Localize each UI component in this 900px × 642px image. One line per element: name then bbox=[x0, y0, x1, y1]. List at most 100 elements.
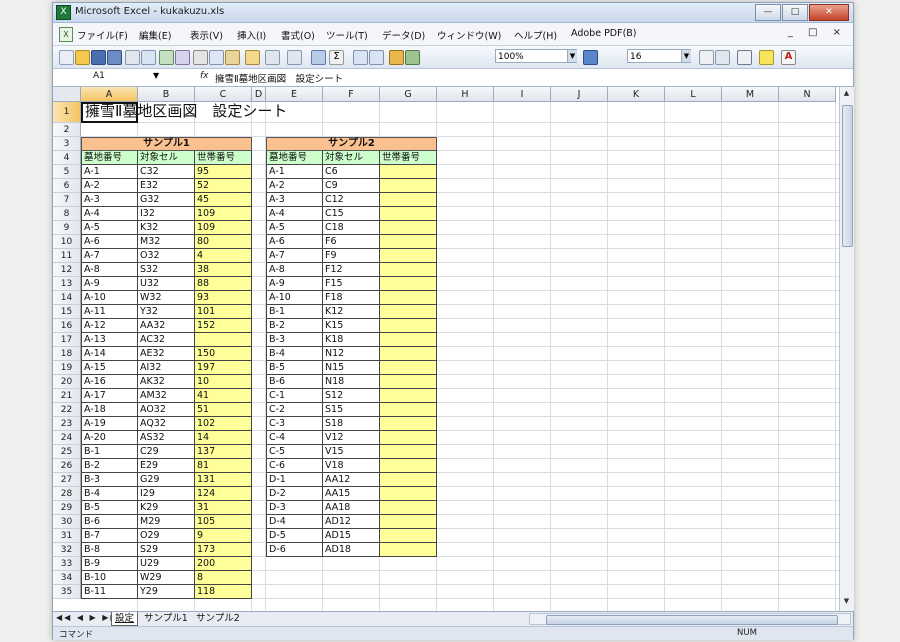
sample2-data-cell[interactable]: D-5 bbox=[266, 529, 323, 543]
sample1-data-cell[interactable]: O29 bbox=[138, 529, 195, 543]
sample1-data-cell[interactable]: 81 bbox=[195, 459, 252, 473]
sample2-data-cell[interactable] bbox=[380, 263, 437, 277]
column-header-b[interactable]: B bbox=[138, 87, 195, 102]
sample2-data-cell[interactable]: B-1 bbox=[266, 305, 323, 319]
row-header[interactable]: 8 bbox=[53, 207, 81, 221]
sample1-data-cell[interactable]: B-10 bbox=[81, 571, 138, 585]
column-header-f[interactable]: F bbox=[323, 87, 380, 102]
format-painter-icon[interactable] bbox=[245, 50, 260, 65]
sample2-data-cell[interactable] bbox=[380, 207, 437, 221]
sample1-data-cell[interactable]: Y29 bbox=[138, 585, 195, 599]
sample1-data-cell[interactable]: 14 bbox=[195, 431, 252, 445]
sample2-data-cell[interactable] bbox=[380, 375, 437, 389]
insert-function-icon[interactable]: fx bbox=[200, 71, 209, 81]
excel-app-icon[interactable]: X bbox=[56, 5, 71, 20]
sample1-data-cell[interactable]: A-15 bbox=[81, 361, 138, 375]
column-header-c[interactable]: C bbox=[195, 87, 252, 102]
undo-icon[interactable] bbox=[265, 50, 280, 65]
sample1-data-cell[interactable]: 8 bbox=[195, 571, 252, 585]
sample2-data-cell[interactable]: D-3 bbox=[266, 501, 323, 515]
print-icon[interactable] bbox=[125, 50, 140, 65]
sample2-data-cell[interactable] bbox=[380, 529, 437, 543]
sample1-data-cell[interactable]: A-3 bbox=[81, 193, 138, 207]
borders-icon[interactable] bbox=[737, 50, 752, 65]
sample2-data-cell[interactable] bbox=[380, 403, 437, 417]
save-icon[interactable] bbox=[91, 50, 106, 65]
sample2-data-cell[interactable] bbox=[380, 193, 437, 207]
column-header-d[interactable]: D bbox=[252, 87, 266, 102]
sample1-data-cell[interactable]: AO32 bbox=[138, 403, 195, 417]
sample1-data-cell[interactable]: 88 bbox=[195, 277, 252, 291]
sample2-data-cell[interactable]: D-1 bbox=[266, 473, 323, 487]
row-header[interactable]: 12 bbox=[53, 263, 81, 277]
sample1-data-cell[interactable]: A-17 bbox=[81, 389, 138, 403]
sample2-data-cell[interactable]: C9 bbox=[323, 179, 380, 193]
row-header[interactable]: 6 bbox=[53, 179, 81, 193]
sample1-data-cell[interactable]: 150 bbox=[195, 347, 252, 361]
sample1-data-cell[interactable]: 45 bbox=[195, 193, 252, 207]
sample2-data-cell[interactable]: K15 bbox=[323, 319, 380, 333]
sample2-data-cell[interactable]: N12 bbox=[323, 347, 380, 361]
sample2-data-cell[interactable]: C-4 bbox=[266, 431, 323, 445]
sample1-header-cell[interactable]: 世帯番号 bbox=[195, 151, 252, 165]
sample1-data-cell[interactable]: A-5 bbox=[81, 221, 138, 235]
sample1-data-cell[interactable]: S29 bbox=[138, 543, 195, 557]
font-color-icon[interactable]: A bbox=[781, 50, 796, 65]
new-icon[interactable] bbox=[59, 50, 74, 65]
column-header-e[interactable]: E bbox=[266, 87, 323, 102]
row-header[interactable]: 16 bbox=[53, 319, 81, 333]
sample1-data-cell[interactable]: C29 bbox=[138, 445, 195, 459]
sample2-data-cell[interactable] bbox=[380, 473, 437, 487]
sample1-data-cell[interactable]: B-5 bbox=[81, 501, 138, 515]
sample1-data-cell[interactable]: AQ32 bbox=[138, 417, 195, 431]
merge-center-icon[interactable] bbox=[715, 50, 730, 65]
sample2-data-cell[interactable]: K12 bbox=[323, 305, 380, 319]
menu-help[interactable]: ヘルプ(H) bbox=[514, 28, 557, 42]
sample1-data-cell[interactable]: W32 bbox=[138, 291, 195, 305]
sample1-data-cell[interactable]: B-9 bbox=[81, 557, 138, 571]
align-center-icon[interactable] bbox=[699, 50, 714, 65]
mdi-window-controls[interactable]: _ □ × bbox=[788, 27, 847, 38]
zoom-select[interactable]: 100% bbox=[495, 49, 577, 63]
column-header-j[interactable]: J bbox=[551, 87, 608, 102]
menu-window[interactable]: ウィンドウ(W) bbox=[437, 28, 501, 42]
tab-settings[interactable]: 設定 bbox=[111, 612, 139, 626]
sample2-data-cell[interactable]: D-6 bbox=[266, 543, 323, 557]
row-header[interactable]: 30 bbox=[53, 515, 81, 529]
sample2-data-cell[interactable]: D-2 bbox=[266, 487, 323, 501]
sample2-data-cell[interactable] bbox=[380, 515, 437, 529]
sample2-data-cell[interactable] bbox=[380, 319, 437, 333]
sample2-data-cell[interactable] bbox=[380, 333, 437, 347]
chart-wizard-icon[interactable] bbox=[389, 50, 404, 65]
sample2-data-cell[interactable]: B-6 bbox=[266, 375, 323, 389]
sample2-data-cell[interactable]: A-7 bbox=[266, 249, 323, 263]
sample1-data-cell[interactable]: A-7 bbox=[81, 249, 138, 263]
sample2-data-cell[interactable]: F6 bbox=[323, 235, 380, 249]
sample2-data-cell[interactable]: AA12 bbox=[323, 473, 380, 487]
sample2-data-cell[interactable] bbox=[380, 221, 437, 235]
sample2-data-cell[interactable]: AA18 bbox=[323, 501, 380, 515]
row-header[interactable]: 5 bbox=[53, 165, 81, 179]
sample1-data-cell[interactable]: M29 bbox=[138, 515, 195, 529]
sample1-data-cell[interactable]: O32 bbox=[138, 249, 195, 263]
sample2-data-cell[interactable]: K18 bbox=[323, 333, 380, 347]
sample1-data-cell[interactable]: A-18 bbox=[81, 403, 138, 417]
sample1-data-cell[interactable]: A-8 bbox=[81, 263, 138, 277]
sample1-data-cell[interactable]: 118 bbox=[195, 585, 252, 599]
menu-view[interactable]: 表示(V) bbox=[190, 28, 223, 42]
column-header-k[interactable]: K bbox=[608, 87, 665, 102]
sample1-data-cell[interactable]: B-4 bbox=[81, 487, 138, 501]
sample1-data-cell[interactable]: I32 bbox=[138, 207, 195, 221]
font-size-dropdown-arrow[interactable]: ▼ bbox=[681, 50, 691, 62]
sample2-data-cell[interactable]: C6 bbox=[323, 165, 380, 179]
sample2-data-cell[interactable] bbox=[380, 165, 437, 179]
sample1-data-cell[interactable]: B-7 bbox=[81, 529, 138, 543]
row-header[interactable]: 18 bbox=[53, 347, 81, 361]
sample2-data-cell[interactable] bbox=[380, 347, 437, 361]
sample2-data-cell[interactable]: F12 bbox=[323, 263, 380, 277]
sample1-data-cell[interactable]: C32 bbox=[138, 165, 195, 179]
scroll-down-arrow-icon[interactable]: ▼ bbox=[842, 597, 851, 607]
sample1-data-cell[interactable]: S32 bbox=[138, 263, 195, 277]
close-button[interactable]: ✕ bbox=[809, 4, 849, 21]
permission-icon[interactable] bbox=[107, 50, 122, 65]
